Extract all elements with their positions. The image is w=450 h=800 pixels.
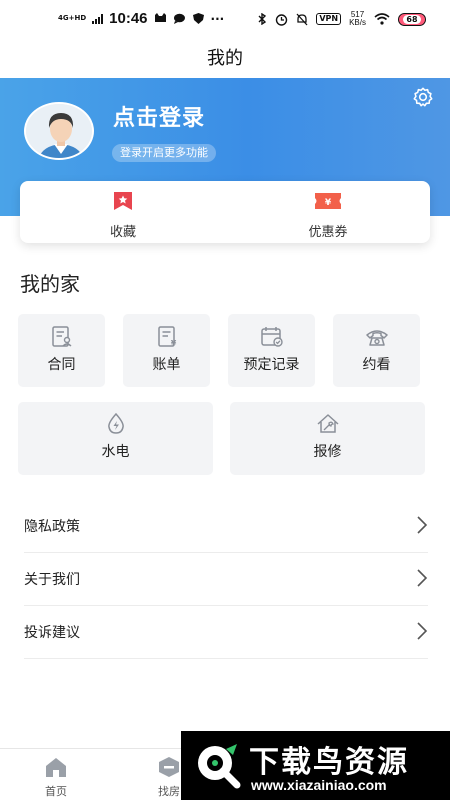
tile-viewing[interactable]: 约看: [333, 314, 420, 387]
alarm-icon: [276, 13, 288, 26]
shield-icon: [192, 13, 204, 24]
battery-level: 68: [403, 14, 421, 24]
chevron-right-icon: [417, 569, 428, 587]
tile-label: 账单: [152, 357, 181, 373]
feedback-row[interactable]: 投诉建议: [24, 606, 428, 659]
water-electric-icon: [107, 413, 124, 434]
site-watermark: 下载鸟资源 www.xiazainiao.com: [181, 731, 450, 800]
status-left: 4G+HD 10:46 ···: [58, 10, 224, 27]
wifi-icon: [374, 13, 390, 25]
tile-label: 合同: [47, 357, 76, 373]
my-home-title: 我的家: [20, 272, 80, 296]
tile-bill[interactable]: ¥ 账单: [123, 314, 210, 387]
status-right: VPN 517 KB/s 68: [258, 11, 426, 27]
gear-icon[interactable]: [412, 86, 434, 108]
cat-icon: [154, 13, 166, 22]
battery-indicator: 68: [398, 12, 426, 26]
tile-contract[interactable]: 合同: [18, 314, 105, 387]
tile-label: 预定记录: [243, 357, 300, 373]
nav-home[interactable]: 首页: [31, 756, 81, 799]
row-label: 隐私政策: [24, 519, 80, 535]
login-subtitle[interactable]: 登录开启更多功能: [112, 144, 216, 162]
telephone-icon: [365, 330, 388, 346]
quick-actions-card: 收藏 ¥ 优惠券: [20, 181, 430, 243]
clock: 10:46: [109, 10, 148, 27]
favorites-button[interactable]: 收藏: [63, 191, 183, 240]
bluetooth-icon: [258, 13, 267, 25]
ticket-icon: ¥: [315, 193, 341, 209]
nav-label: 首页: [45, 785, 67, 798]
chevron-right-icon: [417, 622, 428, 640]
coupons-label: 优惠券: [308, 225, 348, 240]
find-house-icon: [159, 757, 179, 777]
privacy-policy-row[interactable]: 隐私政策: [24, 500, 428, 553]
page-title: 我的: [207, 48, 243, 69]
coupons-button[interactable]: ¥ 优惠券: [268, 191, 388, 240]
network-type: 4G+HD: [58, 14, 87, 22]
avatar[interactable]: [24, 102, 94, 160]
tile-repair[interactable]: 报修: [230, 402, 425, 475]
repair-house-icon: [316, 414, 339, 433]
message-icon: [173, 13, 185, 24]
watermark-url: www.xiazainiao.com: [251, 777, 387, 793]
tile-reservations[interactable]: 预定记录: [228, 314, 315, 387]
more-notifications-icon: ···: [210, 11, 225, 26]
about-us-row[interactable]: 关于我们: [24, 553, 428, 606]
tile-utilities[interactable]: 水电: [18, 402, 213, 475]
chevron-right-icon: [417, 516, 428, 534]
home-icon: [46, 758, 66, 777]
tile-label: 约看: [362, 357, 391, 373]
signal-icon: [92, 13, 104, 24]
svg-text:¥: ¥: [170, 339, 176, 348]
login-title[interactable]: 点击登录: [113, 100, 205, 132]
watermark-brand: 下载鸟资源: [249, 745, 409, 780]
bill-icon: ¥: [157, 326, 176, 348]
network-speed: 517 KB/s: [349, 11, 366, 27]
tile-label: 报修: [313, 444, 342, 460]
tile-label: 水电: [101, 444, 130, 460]
speed-unit: KB/s: [349, 18, 366, 27]
bookmark-icon: [114, 192, 132, 210]
calendar-check-icon: [260, 327, 283, 347]
favorites-label: 收藏: [109, 225, 136, 240]
row-label: 投诉建议: [24, 625, 80, 641]
bird-logo-icon: [198, 744, 241, 789]
svg-text:¥: ¥: [325, 198, 332, 208]
status-bar: 4G+HD 10:46 ··· VPN 517 KB/s 68: [0, 0, 450, 38]
row-label: 关于我们: [24, 572, 80, 588]
mute-icon: [296, 13, 308, 25]
vpn-badge: VPN: [316, 13, 342, 25]
contract-icon: [51, 326, 71, 347]
